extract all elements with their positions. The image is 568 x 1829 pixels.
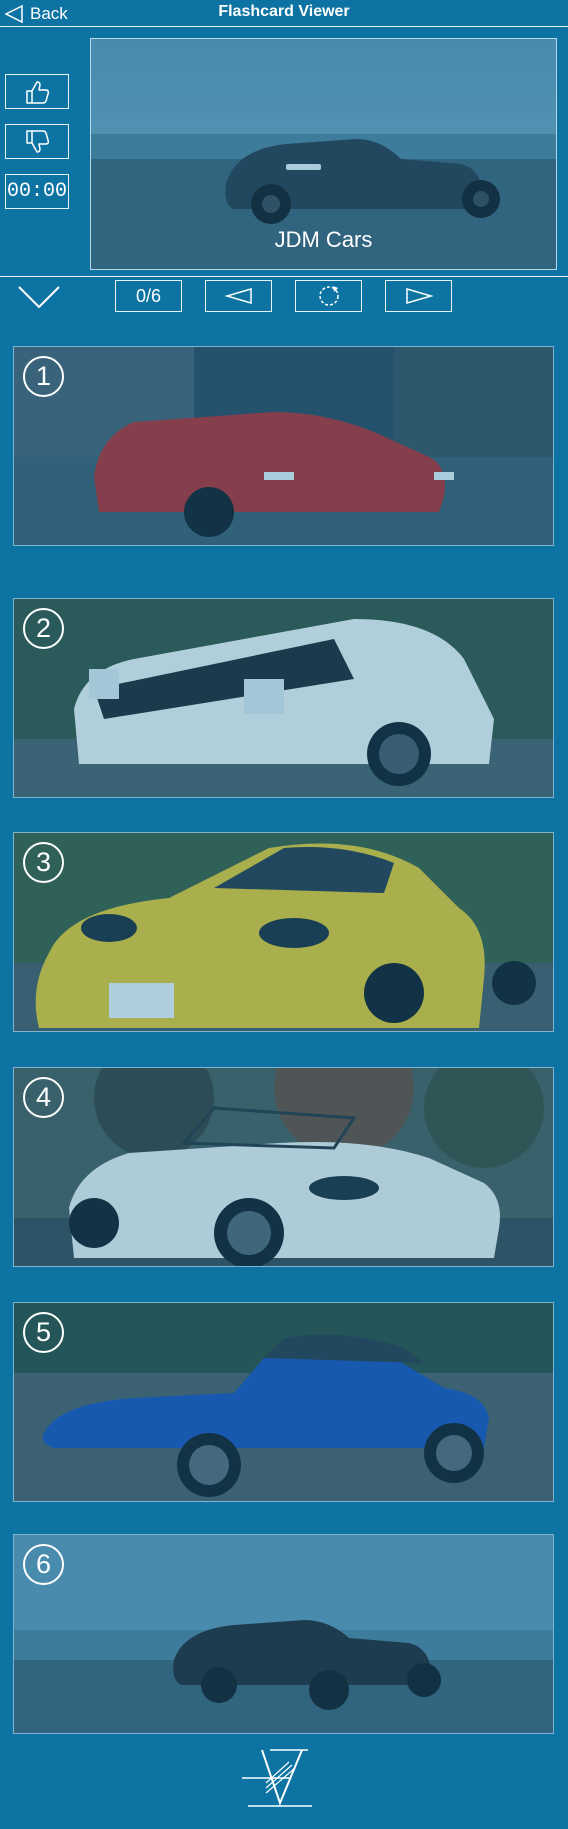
chevron-down-icon [18, 286, 60, 309]
prev-button[interactable] [205, 280, 272, 312]
card-tile-3[interactable]: 3 [13, 832, 554, 1032]
progress-indicator: 0/6 [115, 280, 182, 312]
card-tile-6[interactable]: 6 [13, 1534, 554, 1734]
tile-number: 1 [23, 356, 64, 397]
tile-number: 4 [23, 1077, 64, 1118]
card-tile-4[interactable]: 4 [13, 1067, 554, 1267]
tile-car-image [14, 347, 553, 545]
header-divider [0, 26, 568, 27]
page-title: Flashcard Viewer [218, 3, 350, 20]
tile-car-image [14, 1068, 553, 1266]
card-divider [0, 276, 568, 277]
card-tile-5[interactable]: 5 [13, 1302, 554, 1502]
thumbs-down-icon [26, 129, 50, 153]
card-tile-1[interactable]: 1 [13, 346, 554, 546]
app-logo-icon [242, 1749, 312, 1807]
collapse-button[interactable] [16, 282, 62, 312]
dislike-button[interactable] [5, 124, 69, 159]
thumbs-up-icon [26, 80, 50, 104]
tile-car-image [14, 1303, 553, 1501]
like-button[interactable] [5, 74, 69, 109]
tile-number: 3 [23, 842, 64, 883]
top-bar: Back Flashcard Viewer [0, 0, 568, 27]
flashcard[interactable]: JDM Cars [90, 38, 557, 270]
app-logo [240, 1748, 320, 1810]
deck-title: JDM Cars [274, 227, 373, 252]
reset-button[interactable] [295, 280, 362, 312]
tile-car-image [14, 599, 553, 797]
triangle-right-icon [405, 288, 434, 304]
next-button[interactable] [385, 280, 452, 312]
tile-number: 2 [23, 608, 64, 649]
tile-number: 6 [23, 1544, 64, 1585]
tile-car-image [14, 833, 553, 1031]
tile-number: 5 [23, 1312, 64, 1353]
refresh-icon [318, 286, 339, 306]
card-tile-2[interactable]: 2 [13, 598, 554, 798]
triangle-left-icon [223, 288, 252, 304]
timer-display: 00:00 [5, 174, 69, 209]
tile-car-image [14, 1535, 553, 1733]
